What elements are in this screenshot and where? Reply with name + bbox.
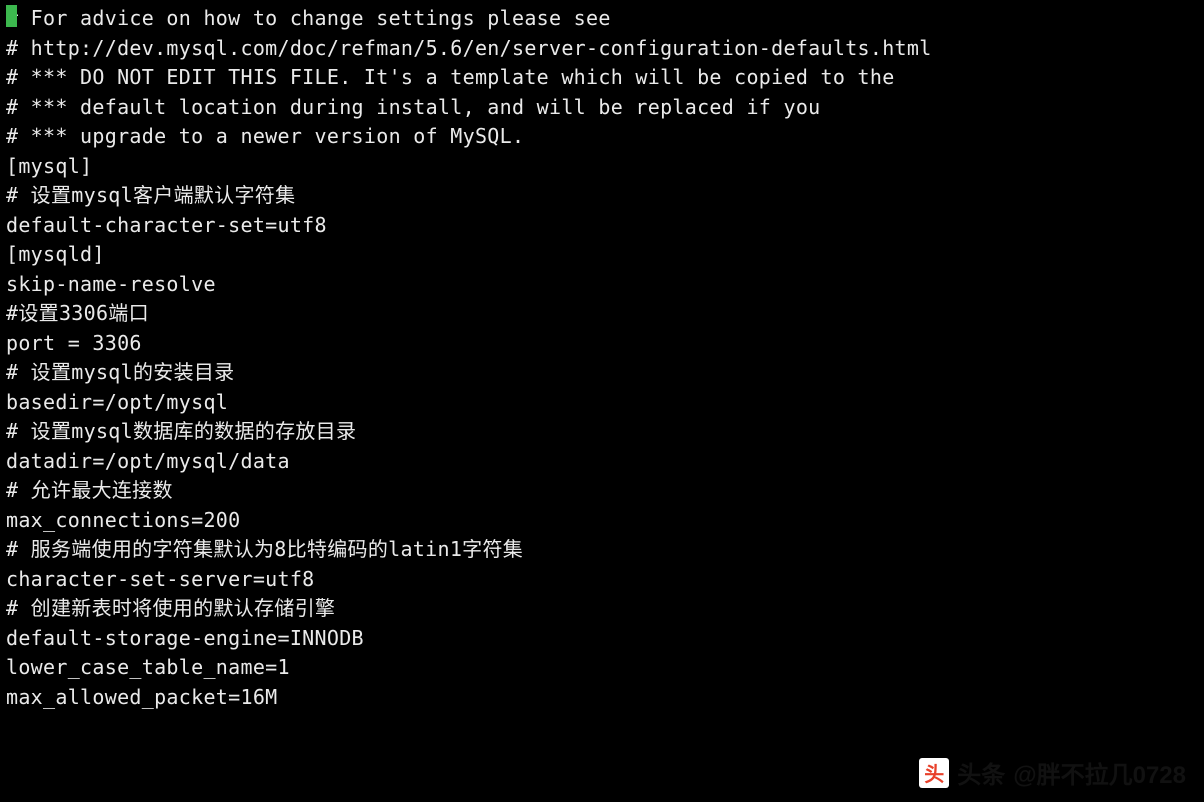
config-line: # 设置mysql的安装目录	[6, 358, 1198, 388]
config-line: lower_case_table_name=1	[6, 653, 1198, 683]
config-line: default-storage-engine=INNODB	[6, 624, 1198, 654]
config-line: character-set-server=utf8	[6, 565, 1198, 595]
config-line: port = 3306	[6, 329, 1198, 359]
config-line: # 允许最大连接数	[6, 476, 1198, 506]
config-line: # 设置mysql客户端默认字符集	[6, 181, 1198, 211]
config-line: skip-name-resolve	[6, 270, 1198, 300]
config-line: basedir=/opt/mysql	[6, 388, 1198, 418]
config-line: # 创建新表时将使用的默认存储引擎	[6, 594, 1198, 624]
config-line: max_connections=200	[6, 506, 1198, 536]
config-line: # 服务端使用的字符集默认为8比特编码的latin1字符集	[6, 535, 1198, 565]
config-line: [mysql]	[6, 152, 1198, 182]
config-line: default-character-set=utf8	[6, 211, 1198, 241]
watermark-handle: @胖不拉几0728	[1013, 755, 1186, 790]
config-line: # http://dev.mysql.com/doc/refman/5.6/en…	[6, 34, 1198, 64]
config-line: #设置3306端口	[6, 299, 1198, 329]
config-line: # 设置mysql数据库的数据的存放目录	[6, 417, 1198, 447]
config-file-content: # For advice on how to change settings p…	[0, 0, 1204, 716]
config-line: [mysqld]	[6, 240, 1198, 270]
config-line: # For advice on how to change settings p…	[6, 4, 1198, 34]
watermark: 头 头条 @胖不拉几0728	[919, 755, 1186, 790]
config-line: # *** DO NOT EDIT THIS FILE. It's a temp…	[6, 63, 1198, 93]
config-line: max_allowed_packet=16M	[6, 683, 1198, 713]
watermark-label: 头条	[957, 755, 1005, 790]
watermark-logo-icon: 头	[919, 758, 949, 788]
config-line: # *** default location during install, a…	[6, 93, 1198, 123]
config-line: datadir=/opt/mysql/data	[6, 447, 1198, 477]
cursor-icon	[6, 5, 17, 27]
config-line: # *** upgrade to a newer version of MySQ…	[6, 122, 1198, 152]
